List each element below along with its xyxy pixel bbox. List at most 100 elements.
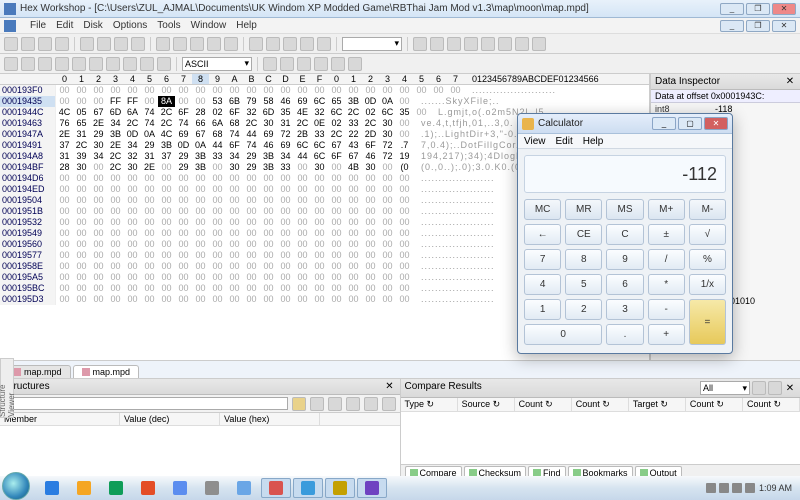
hex-ascii[interactable]: (0.,0..);.0);3.0.K0.(0: [413, 162, 521, 173]
hex-byte[interactable]: 00: [107, 283, 124, 294]
hex-byte[interactable]: 68: [209, 129, 226, 140]
hex-byte[interactable]: 00: [90, 239, 107, 250]
hex-byte[interactable]: 2E: [90, 118, 107, 129]
hex-byte[interactable]: 67: [192, 129, 209, 140]
hex-byte[interactable]: 33: [311, 129, 328, 140]
toolbar2-btn-a2[interactable]: [38, 57, 52, 71]
hex-byte[interactable]: 00: [294, 206, 311, 217]
hex-byte[interactable]: 00: [379, 173, 396, 184]
hex-byte[interactable]: 00: [328, 173, 345, 184]
hex-byte[interactable]: 00: [226, 261, 243, 272]
calc-key-1/x[interactable]: 1/x: [689, 274, 726, 295]
structure-viewer-side-tab[interactable]: Structure Viewer: [0, 358, 14, 418]
hex-byte[interactable]: 00: [396, 239, 413, 250]
calc-key-/[interactable]: /: [648, 249, 685, 270]
hex-byte[interactable]: 00: [158, 173, 175, 184]
window-minimize-button[interactable]: _: [720, 3, 744, 15]
hex-byte[interactable]: 00: [362, 261, 379, 272]
hex-byte[interactable]: 2D: [362, 129, 379, 140]
hex-byte[interactable]: 0D: [124, 129, 141, 140]
hex-byte[interactable]: 00: [226, 239, 243, 250]
hex-byte[interactable]: 2C: [107, 162, 124, 173]
hex-addr[interactable]: 00019504: [0, 195, 56, 206]
hex-addr[interactable]: 00019577: [0, 250, 56, 261]
hex-byte[interactable]: 32: [243, 107, 260, 118]
start-button[interactable]: [2, 472, 30, 500]
toolbar1-btn-4[interactable]: [80, 37, 94, 51]
hex-byte[interactable]: 00: [243, 272, 260, 283]
hex-byte[interactable]: 00: [379, 250, 396, 261]
toolbar2-btn-b1[interactable]: [280, 57, 294, 71]
hex-byte[interactable]: 29: [90, 129, 107, 140]
hex-byte[interactable]: 32: [311, 107, 328, 118]
hex-byte[interactable]: 00: [294, 261, 311, 272]
hex-byte[interactable]: 00: [209, 217, 226, 228]
hex-byte[interactable]: 22: [345, 129, 362, 140]
toolbar1-btn-b3[interactable]: [464, 37, 478, 51]
hex-byte[interactable]: 3B: [345, 96, 362, 107]
hex-col-5-21[interactable]: 5: [413, 74, 430, 84]
hex-byte[interactable]: 00: [56, 250, 73, 261]
menu-edit[interactable]: Edit: [56, 20, 73, 31]
calc-key-MS[interactable]: MS: [606, 199, 643, 220]
hex-byte[interactable]: 00: [192, 239, 209, 250]
hex-byte[interactable]: 00: [124, 283, 141, 294]
hex-byte[interactable]: 00: [379, 294, 396, 305]
hex-byte[interactable]: 00: [158, 294, 175, 305]
hex-byte[interactable]: 00: [396, 272, 413, 283]
hex-byte[interactable]: 00: [209, 294, 226, 305]
toolbar2-btn-b2[interactable]: [297, 57, 311, 71]
compare-col-count[interactable]: Count ↻: [572, 398, 629, 411]
hex-byte[interactable]: 2E: [107, 140, 124, 151]
hex-byte[interactable]: 34: [277, 151, 294, 162]
hex-byte[interactable]: 00: [175, 195, 192, 206]
calc-key-8[interactable]: 8: [565, 249, 602, 270]
toolbar1-btn-8[interactable]: [156, 37, 170, 51]
hex-byte[interactable]: 00: [175, 96, 192, 107]
hex-byte[interactable]: 00: [107, 195, 124, 206]
hex-ascii[interactable]: 7,0.4);..DotFillgCor.7: [413, 140, 526, 151]
hex-byte[interactable]: 8A: [158, 96, 175, 107]
hex-byte[interactable]: 69: [260, 129, 277, 140]
hex-byte[interactable]: 00: [209, 272, 226, 283]
hex-byte[interactable]: 33: [209, 151, 226, 162]
hex-byte[interactable]: 2E: [56, 129, 73, 140]
hex-byte[interactable]: 00: [345, 217, 362, 228]
hex-byte[interactable]: 00: [362, 217, 379, 228]
hex-byte[interactable]: 2B: [294, 129, 311, 140]
calc-key-3[interactable]: 3: [606, 299, 643, 320]
hex-byte[interactable]: 00: [277, 272, 294, 283]
menu-window[interactable]: Window: [191, 20, 227, 31]
hex-addr[interactable]: 00019463: [0, 118, 56, 129]
hex-byte[interactable]: 00: [226, 206, 243, 217]
hex-byte[interactable]: 00: [209, 250, 226, 261]
hex-ascii[interactable]: .....................: [413, 239, 495, 250]
hex-byte[interactable]: 00: [260, 294, 277, 305]
hex-byte[interactable]: 00: [141, 217, 158, 228]
hex-byte[interactable]: 02: [328, 118, 345, 129]
hex-col-8-8[interactable]: 8: [192, 74, 209, 84]
hex-byte[interactable]: 29: [243, 151, 260, 162]
hex-byte[interactable]: 34: [90, 151, 107, 162]
hex-byte[interactable]: 00: [243, 250, 260, 261]
structures-close-icon[interactable]: ✕: [384, 381, 396, 392]
hex-byte[interactable]: 00: [362, 283, 379, 294]
calc-key-4[interactable]: 4: [524, 274, 561, 295]
hex-byte[interactable]: 00: [107, 85, 124, 96]
hex-byte[interactable]: 00: [396, 96, 413, 107]
hex-byte[interactable]: 00: [175, 239, 192, 250]
hex-col-A-10[interactable]: A: [226, 74, 243, 84]
hex-byte[interactable]: 00: [226, 228, 243, 239]
hex-byte[interactable]: 31: [277, 118, 294, 129]
hex-byte[interactable]: 0E: [311, 118, 328, 129]
hex-byte[interactable]: 00: [90, 162, 107, 173]
file-tab-1[interactable]: map.mpd: [73, 365, 140, 378]
hex-byte[interactable]: 00: [379, 228, 396, 239]
hex-byte[interactable]: 00: [396, 118, 413, 129]
calc-key-←[interactable]: ←: [524, 224, 561, 245]
hex-ascii[interactable]: .....................: [413, 250, 495, 261]
hex-byte[interactable]: 00: [209, 85, 226, 96]
hex-byte[interactable]: 00: [345, 184, 362, 195]
hex-byte[interactable]: 2C: [345, 107, 362, 118]
hex-byte[interactable]: 00: [124, 206, 141, 217]
